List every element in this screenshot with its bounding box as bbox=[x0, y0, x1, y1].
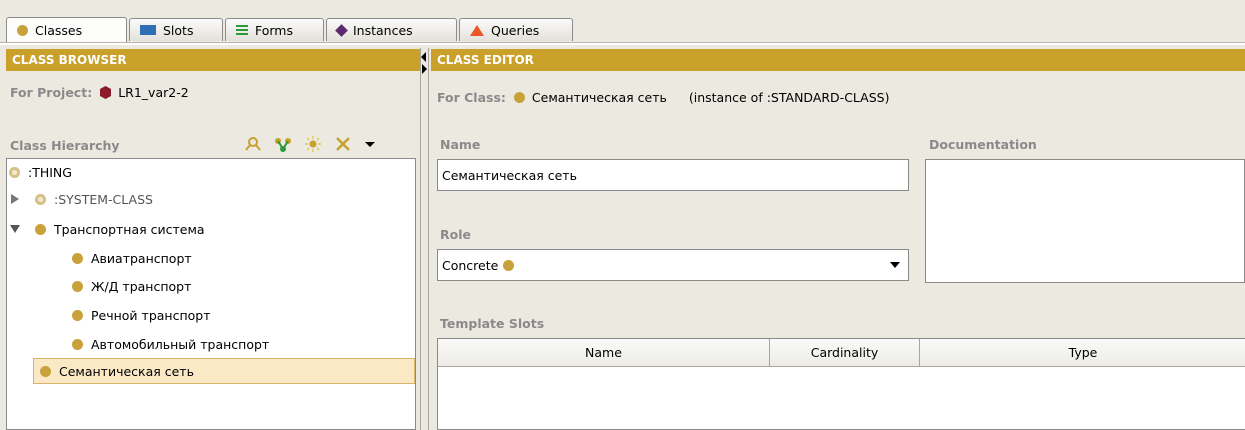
column-header-type[interactable]: Type bbox=[920, 339, 1245, 367]
tab-slots[interactable]: Slots bbox=[129, 18, 223, 41]
tree-item-label: Транспортная система bbox=[54, 221, 205, 237]
for-class-line: For Class: Семантическая сеть (instance … bbox=[437, 90, 889, 105]
class-tree: :THING :SYSTEM-CLASS Транспортная систем… bbox=[6, 158, 416, 430]
tab-instances[interactable]: Instances bbox=[326, 18, 457, 41]
class-editor-header: CLASS EDITOR bbox=[431, 49, 1245, 71]
tab-slots-label: Slots bbox=[163, 22, 194, 38]
slot-icon bbox=[140, 25, 156, 35]
tree-item-label: :THING bbox=[28, 164, 72, 180]
tree-item-label: Ж/Д транспорт bbox=[91, 278, 192, 294]
collapse-left-icon[interactable] bbox=[421, 52, 426, 62]
concrete-class-icon bbox=[503, 259, 515, 271]
collapse-arrow-icon[interactable] bbox=[10, 225, 20, 233]
tree-item-label: Семантическая сеть bbox=[59, 363, 194, 379]
delete-class-icon[interactable] bbox=[334, 136, 352, 152]
hierarchy-toolbar bbox=[244, 136, 376, 152]
column-header-cardinality[interactable]: Cardinality bbox=[770, 339, 920, 367]
create-class-icon[interactable] bbox=[304, 136, 322, 152]
role-select[interactable]: Concrete bbox=[437, 249, 909, 281]
column-header-name[interactable]: Name bbox=[438, 339, 770, 367]
system-class-icon bbox=[9, 166, 20, 178]
instance-icon bbox=[335, 23, 348, 37]
tab-instances-label: Instances bbox=[353, 22, 413, 38]
tree-item-aviation[interactable]: Авиатранспорт bbox=[72, 245, 192, 271]
role-label: Role bbox=[440, 227, 471, 242]
panel-splitter[interactable] bbox=[420, 48, 429, 430]
forms-icon bbox=[236, 25, 248, 35]
instance-of-text: (instance of :STANDARD-CLASS) bbox=[688, 90, 890, 105]
class-icon bbox=[17, 24, 28, 36]
hierarchy-menu-icon[interactable] bbox=[364, 139, 376, 149]
class-icon bbox=[72, 309, 83, 321]
create-subclass-icon[interactable] bbox=[274, 136, 292, 152]
project-line: For Project: LR1_var2-2 bbox=[10, 85, 189, 100]
tree-item-automobile[interactable]: Автомобильный транспорт bbox=[72, 331, 269, 357]
class-hierarchy-label: Class Hierarchy bbox=[10, 138, 120, 153]
role-value: Concrete bbox=[442, 257, 499, 273]
tab-queries-label: Queries bbox=[491, 22, 540, 38]
tree-item-label: :SYSTEM-CLASS bbox=[54, 191, 153, 207]
tree-item-transport-system[interactable]: Транспортная система bbox=[10, 216, 205, 242]
tree-item-system-class[interactable]: :SYSTEM-CLASS bbox=[11, 186, 153, 212]
project-name: LR1_var2-2 bbox=[118, 85, 189, 100]
tree-item-thing[interactable]: :THING bbox=[9, 159, 72, 185]
query-icon bbox=[470, 24, 484, 36]
name-field[interactable]: Семантическая сеть bbox=[437, 159, 909, 191]
tab-classes[interactable]: Classes bbox=[6, 17, 127, 42]
class-icon bbox=[35, 223, 46, 235]
documentation-field[interactable] bbox=[925, 159, 1245, 283]
tab-queries[interactable]: Queries bbox=[459, 18, 573, 41]
class-icon bbox=[72, 338, 83, 350]
tree-item-label: Авиатранспорт bbox=[91, 250, 192, 266]
class-icon bbox=[72, 252, 83, 264]
template-slots-table: Name Cardinality Type bbox=[437, 338, 1245, 430]
tab-separator bbox=[0, 42, 1245, 45]
chevron-down-icon[interactable] bbox=[890, 262, 900, 268]
expand-arrow-icon[interactable] bbox=[11, 194, 19, 204]
template-slots-label: Template Slots bbox=[440, 316, 545, 331]
project-icon bbox=[100, 86, 112, 99]
collapse-right-icon[interactable] bbox=[422, 64, 427, 74]
system-class-icon bbox=[35, 193, 46, 205]
class-browser-header: CLASS BROWSER bbox=[6, 49, 420, 71]
class-icon bbox=[40, 365, 51, 377]
name-label: Name bbox=[440, 137, 481, 152]
tab-forms[interactable]: Forms bbox=[225, 18, 324, 41]
tab-forms-label: Forms bbox=[255, 22, 294, 38]
documentation-label: Documentation bbox=[929, 137, 1037, 152]
project-label: For Project: bbox=[10, 85, 93, 100]
tree-item-river[interactable]: Речной транспорт bbox=[72, 302, 211, 328]
class-icon bbox=[72, 280, 83, 292]
for-class-name: Семантическая сеть bbox=[531, 90, 667, 105]
tab-classes-label: Classes bbox=[35, 22, 83, 38]
tree-item-label: Речной транспорт bbox=[91, 307, 211, 323]
for-class-label: For Class: bbox=[437, 90, 506, 105]
tree-item-label: Автомобильный транспорт bbox=[91, 336, 270, 352]
class-icon bbox=[513, 92, 525, 103]
tree-item-semantic-network[interactable]: Семантическая сеть bbox=[33, 358, 415, 384]
tree-item-railway[interactable]: Ж/Д транспорт bbox=[72, 273, 191, 299]
find-class-icon[interactable] bbox=[244, 136, 262, 152]
